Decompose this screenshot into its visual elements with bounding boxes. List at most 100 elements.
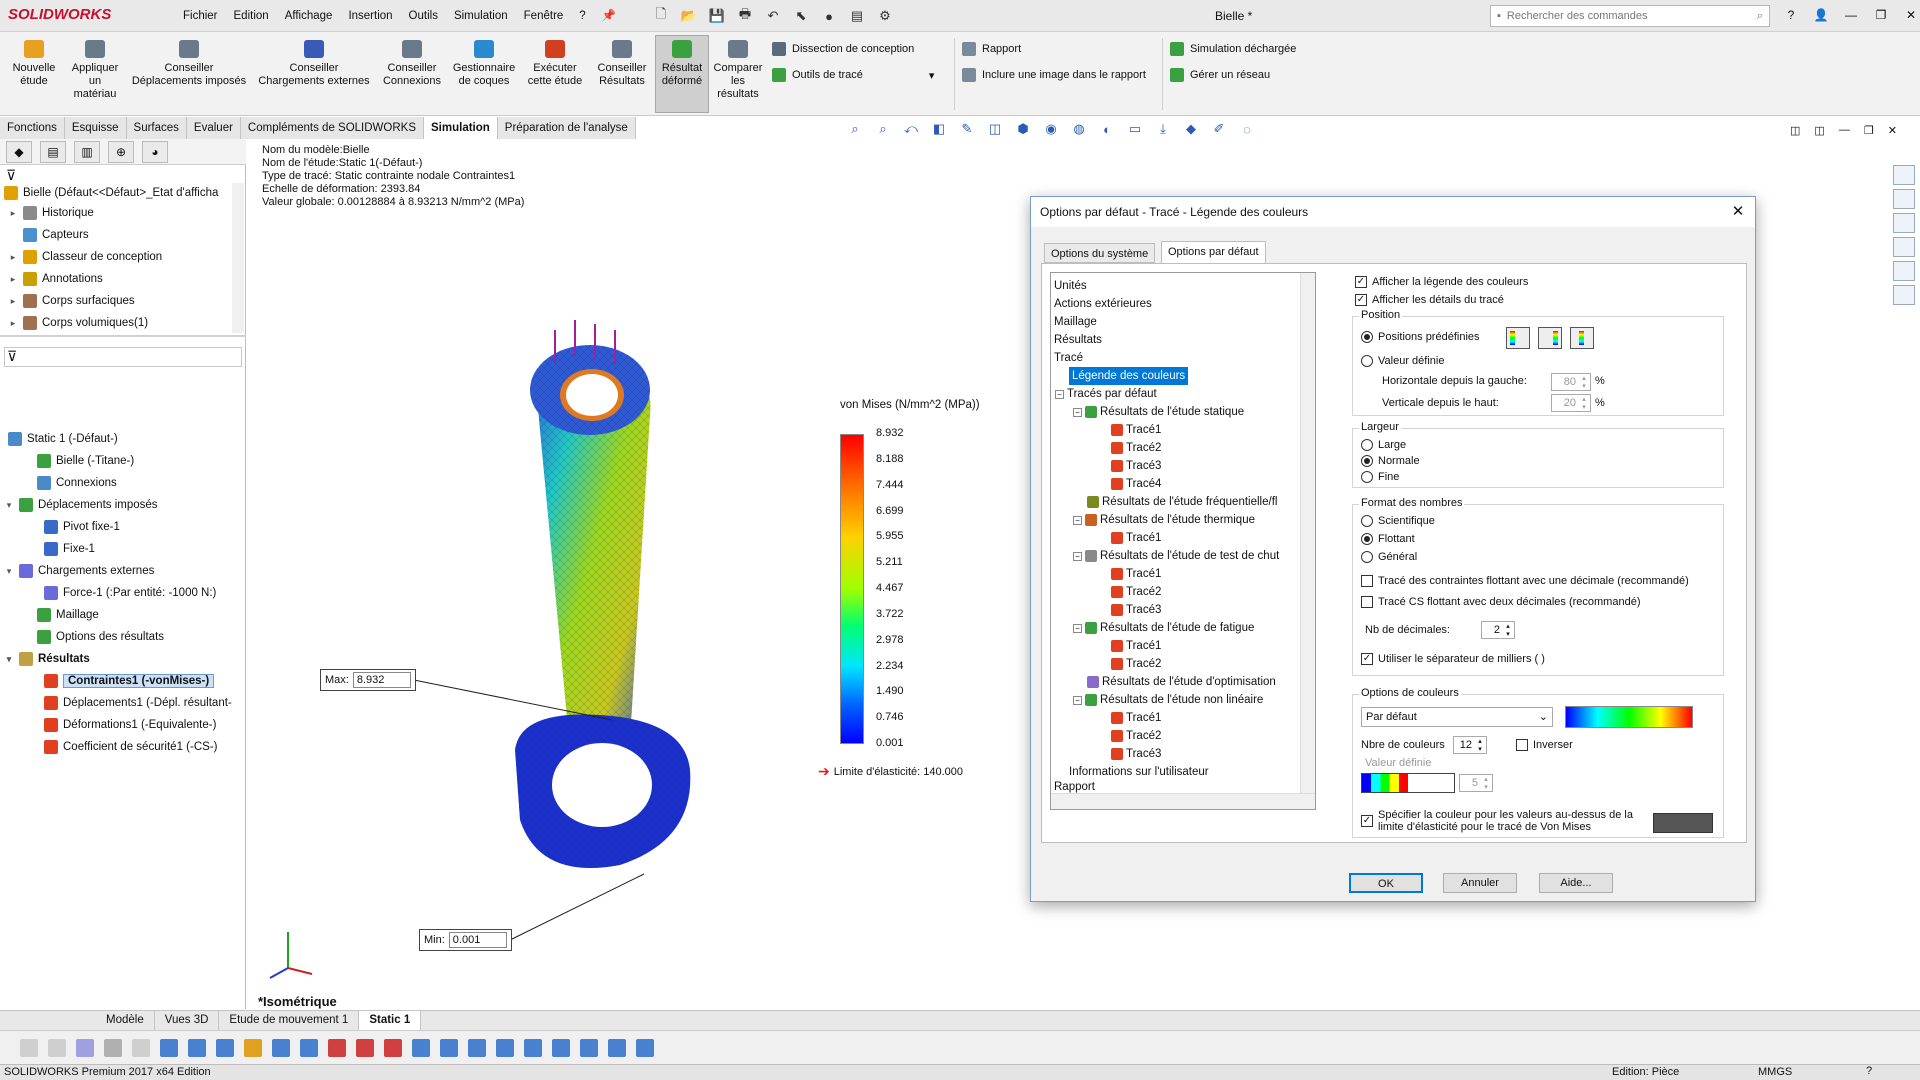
ncolors-spinner[interactable]: 12 [1453, 736, 1487, 754]
file-explorer-icon[interactable] [1893, 213, 1915, 233]
resources-icon[interactable] [1893, 189, 1915, 209]
menu-fenetre[interactable]: Fenêtre [516, 0, 572, 32]
expand-icon[interactable]: ▸ [8, 274, 18, 285]
display-results-icon[interactable]: ◆ [1181, 120, 1201, 138]
opt-report[interactable]: Rapport [1054, 781, 1095, 793]
file-properties-icon[interactable]: ▤ [846, 5, 868, 27]
tree-item-annotations[interactable]: ▸ Annotations [8, 269, 103, 289]
list-icon[interactable] [524, 1038, 542, 1057]
opt-optimization-results[interactable]: Résultats de l'étude d'optimisation [1087, 673, 1276, 691]
tab-fonctions[interactable]: Fonctions [0, 117, 65, 139]
run-study-button[interactable]: Exécuter cette étude [524, 40, 586, 88]
search-scope-icon[interactable]: ▪ [1497, 10, 1501, 22]
manage-network-button[interactable]: Gérer un réseau [1170, 68, 1270, 82]
opt-static-trace4[interactable]: Tracé4 [1111, 475, 1161, 493]
tree-item-force[interactable]: Force-1 (:Par entité: -1000 N:) [44, 583, 216, 603]
section-icon[interactable] [440, 1038, 458, 1057]
chart-icon[interactable] [496, 1038, 514, 1057]
format-scientific-radio[interactable]: Scientifique [1361, 515, 1435, 527]
collapse-icon[interactable]: − [1055, 389, 1064, 399]
zoom-area-icon[interactable]: ⌕ [873, 120, 893, 138]
loads-advisor-button[interactable]: Conseiller Chargements externes [254, 40, 374, 88]
opt-thermal-results[interactable]: − Résultats de l'étude thermique [1073, 511, 1255, 529]
color-swatch-strip[interactable] [1361, 773, 1455, 793]
tree-item-solid-bodies[interactable]: ▸ Corps volumiques(1) [8, 313, 148, 333]
opt-user-info[interactable]: Informations sur l'utilisateur [1069, 763, 1209, 781]
show-legend-checkbox[interactable]: ✓ Afficher la légende des couleurs [1355, 276, 1528, 288]
format-general-radio[interactable]: Général [1361, 551, 1417, 563]
tab-preparation[interactable]: Préparation de l'analyse [497, 117, 636, 139]
configuration-manager-tab[interactable]: ▥ [74, 141, 100, 163]
tree-horizontal-scrollbar[interactable] [1051, 793, 1315, 809]
status-units[interactable]: MMGS [1758, 1066, 1792, 1078]
tile-icon[interactable]: ◫ [1814, 124, 1824, 137]
format-float-radio[interactable]: Flottant [1361, 533, 1415, 545]
zoom-fit-icon[interactable]: ⌕ [845, 120, 865, 138]
opt-nonlinear-trace3[interactable]: Tracé3 [1111, 745, 1161, 763]
select-icon[interactable] [132, 1038, 150, 1057]
tree-item-part[interactable]: Bielle (Défaut<<Défaut>_Etat d'afficha [4, 183, 218, 203]
tab-system-options[interactable]: Options du système [1044, 243, 1156, 263]
tree-item-results[interactable]: ▾ Résultats [4, 649, 90, 669]
filter-icon[interactable]: ⊽ [6, 167, 16, 184]
help-icon[interactable]: ? [1866, 1065, 1872, 1077]
opt-drop-trace2[interactable]: Tracé2 [1111, 583, 1161, 601]
expand-icon[interactable]: ▸ [8, 208, 18, 219]
expand-icon[interactable]: ▸ [8, 252, 18, 263]
tab-default-options[interactable]: Options par défaut [1161, 241, 1266, 264]
minimize-button[interactable]: — [1840, 4, 1862, 26]
ok-button[interactable]: OK [1349, 873, 1423, 893]
print-icon[interactable]: 🖶 [734, 5, 756, 27]
legend-colorbar[interactable] [840, 434, 864, 744]
tree-item-external-loads[interactable]: ▾ Chargements externes [4, 561, 154, 581]
view-orientation-icon[interactable]: ◫ [985, 120, 1005, 138]
collapse-icon[interactable]: ▾ [4, 566, 14, 577]
menu-outils[interactable]: Outils [401, 0, 446, 32]
min-callout[interactable]: Min: 0.001 [419, 929, 512, 951]
apply-material-button[interactable]: Appliquer un matériau [66, 40, 124, 101]
appearances-icon[interactable] [1893, 261, 1915, 281]
animate-icon[interactable]: ◌ [1237, 120, 1257, 138]
tab-vues-3d[interactable]: Vues 3D [155, 1011, 220, 1030]
body-icon[interactable] [244, 1038, 262, 1057]
sim-filter[interactable]: ⊽ [4, 347, 242, 367]
previous-view-icon[interactable]: ⤺ [901, 120, 921, 138]
filter-icon[interactable] [76, 1038, 94, 1057]
view-palette-icon[interactable] [1893, 237, 1915, 257]
sketch-icon[interactable] [384, 1038, 402, 1057]
legend-position-corner-button[interactable] [1570, 327, 1594, 349]
predefined-positions-radio[interactable]: Positions prédéfinies [1361, 331, 1480, 343]
help-icon[interactable]: ? [1780, 4, 1802, 26]
max-callout[interactable]: Max: 8.932 [320, 669, 416, 691]
cancel-button[interactable]: Annuler [1443, 873, 1517, 893]
opt-nonlinear-trace2[interactable]: Tracé2 [1111, 727, 1161, 745]
menu-affichage[interactable]: Affichage [277, 0, 341, 32]
defined-value-spinner[interactable]: 5 [1459, 774, 1493, 792]
opt-fatigue-trace2[interactable]: Tracé2 [1111, 655, 1161, 673]
new-document-icon[interactable]: 🗋 [650, 5, 672, 27]
width-large-radio[interactable]: Large [1361, 439, 1406, 451]
iso-icon[interactable] [468, 1038, 486, 1057]
save-icon[interactable]: 💾 [706, 5, 728, 27]
edge-icon[interactable] [272, 1038, 290, 1057]
chevron-down-icon[interactable]: ▾ [929, 69, 935, 82]
vertical-offset-spinner[interactable]: 20 [1551, 394, 1591, 412]
deformed-result-button[interactable]: Résultat déformé [655, 35, 709, 113]
filter-icon[interactable] [48, 1038, 66, 1057]
collapse-icon[interactable]: − [1073, 551, 1082, 561]
shell-manager-button[interactable]: Gestionnaire de coques [450, 40, 518, 88]
expand-icon[interactable]: ▸ [8, 296, 18, 307]
opt-plot[interactable]: Tracé [1054, 349, 1083, 367]
decimals-spinner[interactable]: 2 [1481, 621, 1515, 639]
tree-item-history[interactable]: ▸ Historique [8, 203, 94, 223]
view-settings-icon[interactable]: ▭ [1125, 120, 1145, 138]
pin-icon[interactable]: 📌 [594, 0, 624, 32]
report-icon[interactable] [608, 1038, 626, 1057]
opt-drop-trace1[interactable]: Tracé1 [1111, 565, 1161, 583]
scene-icon[interactable]: ◐ [1097, 120, 1117, 138]
vertex-icon[interactable] [300, 1038, 318, 1057]
opt-fatigue-trace1[interactable]: Tracé1 [1111, 637, 1161, 655]
plot-tools-button[interactable]: Outils de tracé ▾ [772, 68, 934, 82]
menu-simulation[interactable]: Simulation [446, 0, 516, 32]
restore-viewport-icon[interactable]: ❐ [1864, 124, 1874, 137]
